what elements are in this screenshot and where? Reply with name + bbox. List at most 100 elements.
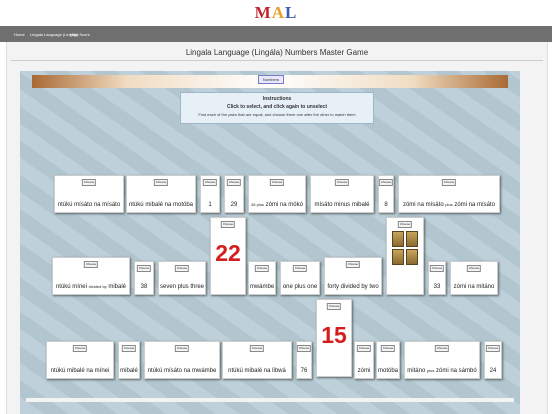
card[interactable]: Choose <box>386 217 424 295</box>
choose-button[interactable]: Choose <box>174 265 190 272</box>
choose-button[interactable]: Choose <box>378 179 394 186</box>
card-text-tail: mibalé <box>108 284 127 290</box>
card[interactable]: Choose 76 <box>296 341 312 379</box>
card[interactable]: Choose mitáno plus zómi na sámbó <box>404 341 480 379</box>
card-text: ntúkú mínei divided by mibalé <box>53 284 129 290</box>
choose-button[interactable]: Choose <box>441 179 457 186</box>
card-text: forty divided by two <box>327 284 379 290</box>
card[interactable]: Choose 24 <box>484 341 502 379</box>
card[interactable]: Choose ntúkú mibalé na libwá <box>222 341 292 379</box>
title-divider <box>11 60 543 61</box>
card-text-main: zómi na mókó <box>265 202 303 208</box>
logo-letter-a: A <box>271 3 285 22</box>
card[interactable]: Choose 1 <box>200 175 220 213</box>
card[interactable]: Choose motóba <box>376 341 400 379</box>
mal-logo[interactable]: MAL <box>0 3 552 23</box>
tab-numbers[interactable]: Numbers <box>258 75 284 84</box>
card[interactable]: Choose mísáto minus mibalé <box>310 175 374 213</box>
choose-button[interactable]: Choose <box>202 179 218 186</box>
card[interactable]: Choose 29 <box>224 175 244 213</box>
card-text-small: 45 plus <box>251 202 264 207</box>
card-text: 24 <box>489 368 497 374</box>
card-text: zómi na mísáto plus zómi na mísáto <box>399 202 499 208</box>
choose-button[interactable]: Choose <box>220 221 236 228</box>
choose-button[interactable]: Choose <box>434 345 450 352</box>
card-text: mitáno plus zómi na sámbó <box>405 368 479 374</box>
card[interactable]: Choose ntúkú mísáto na mísáto <box>54 175 124 213</box>
card[interactable]: Choose 8 <box>378 175 394 213</box>
card-text: zómi <box>357 368 371 374</box>
instructions-line2: Find each of the pairs that are equal, a… <box>198 112 356 117</box>
card-text: ntúkú mísáto na mísáto <box>57 202 121 208</box>
choose-button[interactable]: Choose <box>326 303 342 310</box>
card[interactable]: Choose ntúkú mínei divided by mibalé <box>52 257 130 295</box>
card[interactable]: Choose zómi na mísáto plus zómi na mísát… <box>398 175 500 213</box>
card[interactable]: Choose forty divided by two <box>324 257 382 295</box>
card[interactable]: Choose ntúkú mibalé na mínei <box>46 341 114 379</box>
choose-button[interactable]: Choose <box>226 179 242 186</box>
card-text-main: mitáno <box>407 368 426 374</box>
choose-button[interactable]: Choose <box>429 265 445 272</box>
card[interactable]: Choose ntúkú mísáto na mwámbe <box>144 341 220 379</box>
card-text: one plus one <box>282 284 318 290</box>
navbar: Home Lingala Language (Lingála) High Sco… <box>0 26 552 42</box>
choose-button[interactable]: Choose <box>174 345 190 352</box>
card-text: ntúkú mibalé na motóba <box>128 202 194 208</box>
choose-button[interactable]: Choose <box>81 179 97 186</box>
game-board: Numbers Instructions Click to select, an… <box>20 71 520 414</box>
choose-button[interactable]: Choose <box>136 265 152 272</box>
card-image <box>392 231 418 265</box>
card-text: 8 <box>384 202 388 208</box>
choose-button[interactable]: Choose <box>380 345 396 352</box>
choose-button[interactable]: Choose <box>153 179 169 186</box>
card[interactable]: Choose mibalé <box>118 341 140 379</box>
nav-home-link[interactable]: Home <box>14 32 25 37</box>
choose-button[interactable]: Choose <box>356 345 372 352</box>
card[interactable]: Choose mwámbe <box>248 261 276 295</box>
choose-button[interactable]: Choose <box>397 221 413 228</box>
choose-button[interactable]: Choose <box>249 345 265 352</box>
card[interactable]: Choose zómi <box>354 341 374 379</box>
instructions-box: Instructions Click to select, and click … <box>180 92 374 124</box>
card-text: motóba <box>377 368 398 374</box>
card-text-main: ntúkú mínei <box>55 284 87 290</box>
card-text: 1 <box>208 202 212 208</box>
card-text: ntúkú mibalé na libwá <box>228 368 286 374</box>
logo-letter-l: L <box>284 3 298 22</box>
choose-button[interactable]: Choose <box>292 265 308 272</box>
choose-button[interactable]: Choose <box>121 345 137 352</box>
card-text-small: plus <box>445 202 453 207</box>
choose-button[interactable]: Choose <box>466 265 482 272</box>
card[interactable]: Choose 15 <box>316 299 352 377</box>
nav-sub[interactable]: High Score <box>70 32 90 37</box>
card-text: zómi na mitáno <box>453 284 495 290</box>
card-text: mibalé <box>120 368 138 374</box>
card[interactable]: Choose 38 <box>134 261 154 295</box>
card[interactable]: Choose 22 <box>210 217 246 295</box>
choose-button[interactable]: Choose <box>334 179 350 186</box>
choose-button[interactable]: Choose <box>485 345 501 352</box>
card-text: 38 <box>140 284 148 290</box>
logo-letter-m: M <box>254 3 272 22</box>
choose-button[interactable]: Choose <box>269 179 285 186</box>
page-title: Lingala Language (Lingála) Numbers Maste… <box>185 48 369 57</box>
card-text: 45 plus zómi na mókó <box>249 202 305 208</box>
card[interactable]: Choose 33 <box>428 261 446 295</box>
card[interactable]: Choose zómi na mitáno <box>450 261 498 295</box>
card-text-small: plus <box>426 368 435 373</box>
choose-button[interactable]: Choose <box>296 345 312 352</box>
card-text: ntúkú mibalé na mínei <box>50 368 110 374</box>
instructions-heading: Instructions <box>262 96 292 102</box>
card[interactable]: Choose seven plus three <box>158 261 206 295</box>
card[interactable]: Choose 45 plus zómi na mókó <box>248 175 306 213</box>
choose-button[interactable]: Choose <box>72 345 88 352</box>
choose-button[interactable]: Choose <box>254 265 270 272</box>
card-text: seven plus three <box>159 284 205 290</box>
choose-button[interactable]: Choose <box>83 261 99 268</box>
card-text: mwámbe <box>249 284 275 290</box>
card[interactable]: Choose ntúkú mibalé na motóba <box>126 175 196 213</box>
card-text: 29 <box>230 202 238 208</box>
choose-button[interactable]: Choose <box>345 261 361 268</box>
card[interactable]: Choose one plus one <box>280 261 320 295</box>
card-big-number: 22 <box>215 240 241 266</box>
